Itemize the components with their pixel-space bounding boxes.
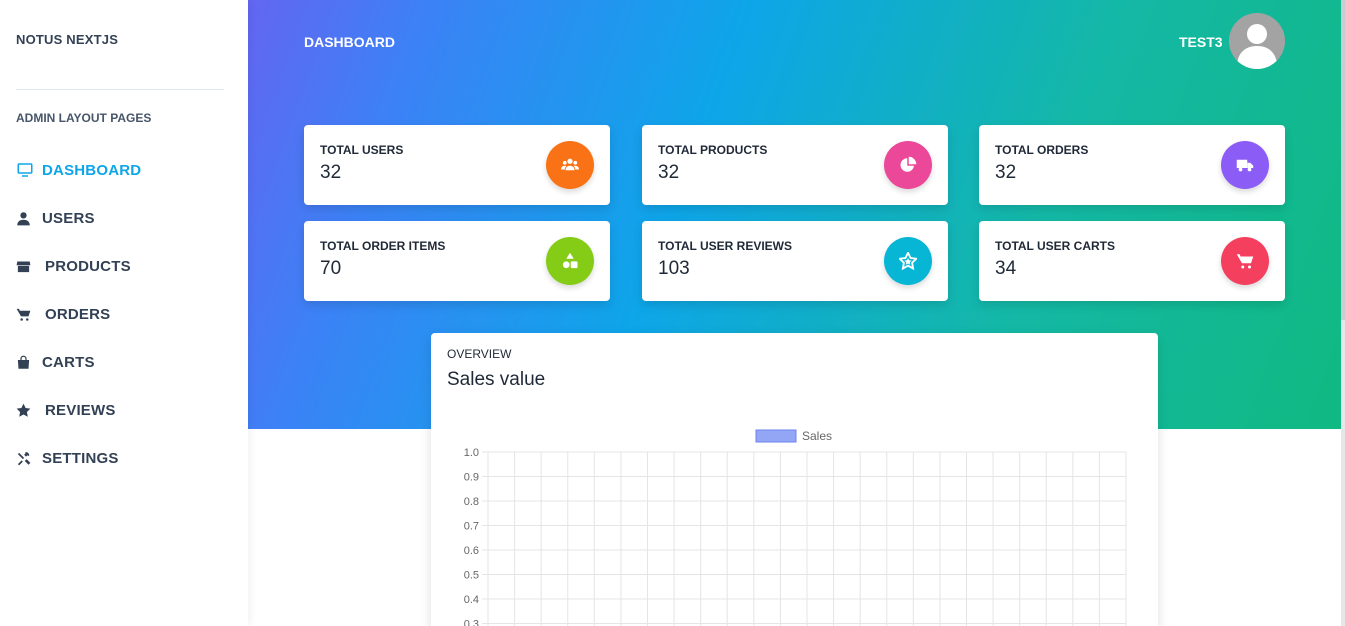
sidebar-item-carts[interactable]: CARTS [16, 338, 232, 386]
stat-value: 32 [995, 162, 1017, 183]
stat-label: TOTAL USER CARTS [995, 239, 1116, 253]
stat-card-total-order-items: TOTAL ORDER ITEMS 70 [304, 221, 610, 301]
y-tick-label: 0.9 [464, 472, 479, 484]
sidebar-nav: DASHBOARD USERS PRODUCTS ORDERS CARTS RE… [16, 146, 232, 482]
stat-label: TOTAL PRODUCTS [658, 143, 768, 157]
star-icon [16, 403, 45, 418]
sidebar-item-orders[interactable]: ORDERS [16, 290, 232, 338]
stat-value: 32 [658, 162, 680, 183]
avatar[interactable] [1229, 13, 1285, 69]
stat-label: TOTAL USER REVIEWS [658, 239, 793, 253]
sidebar-section-title: ADMIN LAYOUT PAGES [16, 111, 152, 125]
sidebar-divider [16, 89, 224, 90]
stat-card-total-orders: TOTAL ORDERS 32 [979, 125, 1285, 205]
user-icon [16, 211, 42, 226]
stat-value: 34 [995, 258, 1017, 279]
sidebar-item-dashboard[interactable]: DASHBOARD [16, 146, 232, 194]
sales-chart: Sales 1.0 0.9 0.8 0.7 0.6 0.5 0.4 0.3 [464, 429, 1127, 626]
store-icon [16, 259, 45, 274]
sidebar-item-label: CARTS [42, 353, 95, 371]
y-tick-label: 0.5 [464, 570, 479, 582]
sidebar-item-label: SETTINGS [42, 449, 119, 467]
legend-label: Sales [802, 429, 832, 443]
truck-icon [1221, 141, 1269, 189]
stat-card-total-products: TOTAL PRODUCTS 32 [642, 125, 948, 205]
sidebar-item-label: DASHBOARD [42, 161, 142, 179]
sidebar-item-label: ORDERS [45, 305, 111, 323]
stat-value: 32 [320, 162, 342, 183]
sidebar-item-products[interactable]: PRODUCTS [16, 242, 232, 290]
shapes-icon [546, 237, 594, 285]
page-title[interactable]: DASHBOARD [304, 34, 395, 50]
shopping-bag-icon [16, 355, 42, 370]
sidebar-item-label: USERS [42, 209, 95, 227]
sidebar: NOTUS NEXTJS ADMIN LAYOUT PAGES DASHBOAR… [0, 0, 248, 626]
stat-card-total-users: TOTAL USERS 32 [304, 125, 610, 205]
y-tick-label: 0.8 [464, 496, 479, 508]
y-tick-label: 0.7 [464, 521, 479, 533]
stat-value: 70 [320, 258, 342, 279]
pie-chart-icon [884, 141, 932, 189]
stat-label: TOTAL USERS [320, 143, 404, 157]
user-name: TEST3 [1179, 34, 1223, 50]
y-tick-label: 0.6 [464, 545, 479, 557]
stat-card-total-user-reviews: TOTAL USER REVIEWS 103 [642, 221, 948, 301]
stat-label: TOTAL ORDERS [995, 143, 1089, 157]
star-icon [884, 237, 932, 285]
y-tick-label: 1.0 [464, 447, 479, 459]
sales-chart-card: OVERVIEW Sales value Sales 1.0 0.9 0.8 0.7 0.… [431, 333, 1158, 626]
sidebar-item-reviews[interactable]: REVIEWS [16, 386, 232, 434]
sidebar-item-label: PRODUCTS [45, 257, 131, 275]
tools-icon [16, 451, 42, 466]
sidebar-item-settings[interactable]: SETTINGS [16, 434, 232, 482]
y-tick-label: 0.3 [464, 619, 479, 626]
stat-card-total-user-carts: TOTAL USER CARTS 34 [979, 221, 1285, 301]
cart-icon [1221, 237, 1269, 285]
users-icon [546, 141, 594, 189]
y-tick-label: 0.4 [464, 594, 479, 606]
scrollbar-thumb[interactable] [1341, 0, 1345, 320]
monitor-icon [16, 161, 42, 179]
user-avatar-icon [1237, 24, 1277, 69]
brand-title[interactable]: NOTUS NEXTJS [16, 32, 118, 47]
stat-value: 103 [658, 258, 690, 279]
sidebar-item-users[interactable]: USERS [16, 194, 232, 242]
stat-label: TOTAL ORDER ITEMS [320, 239, 446, 253]
legend-swatch [755, 429, 797, 443]
cart-icon [16, 307, 45, 322]
sidebar-item-label: REVIEWS [45, 401, 116, 419]
